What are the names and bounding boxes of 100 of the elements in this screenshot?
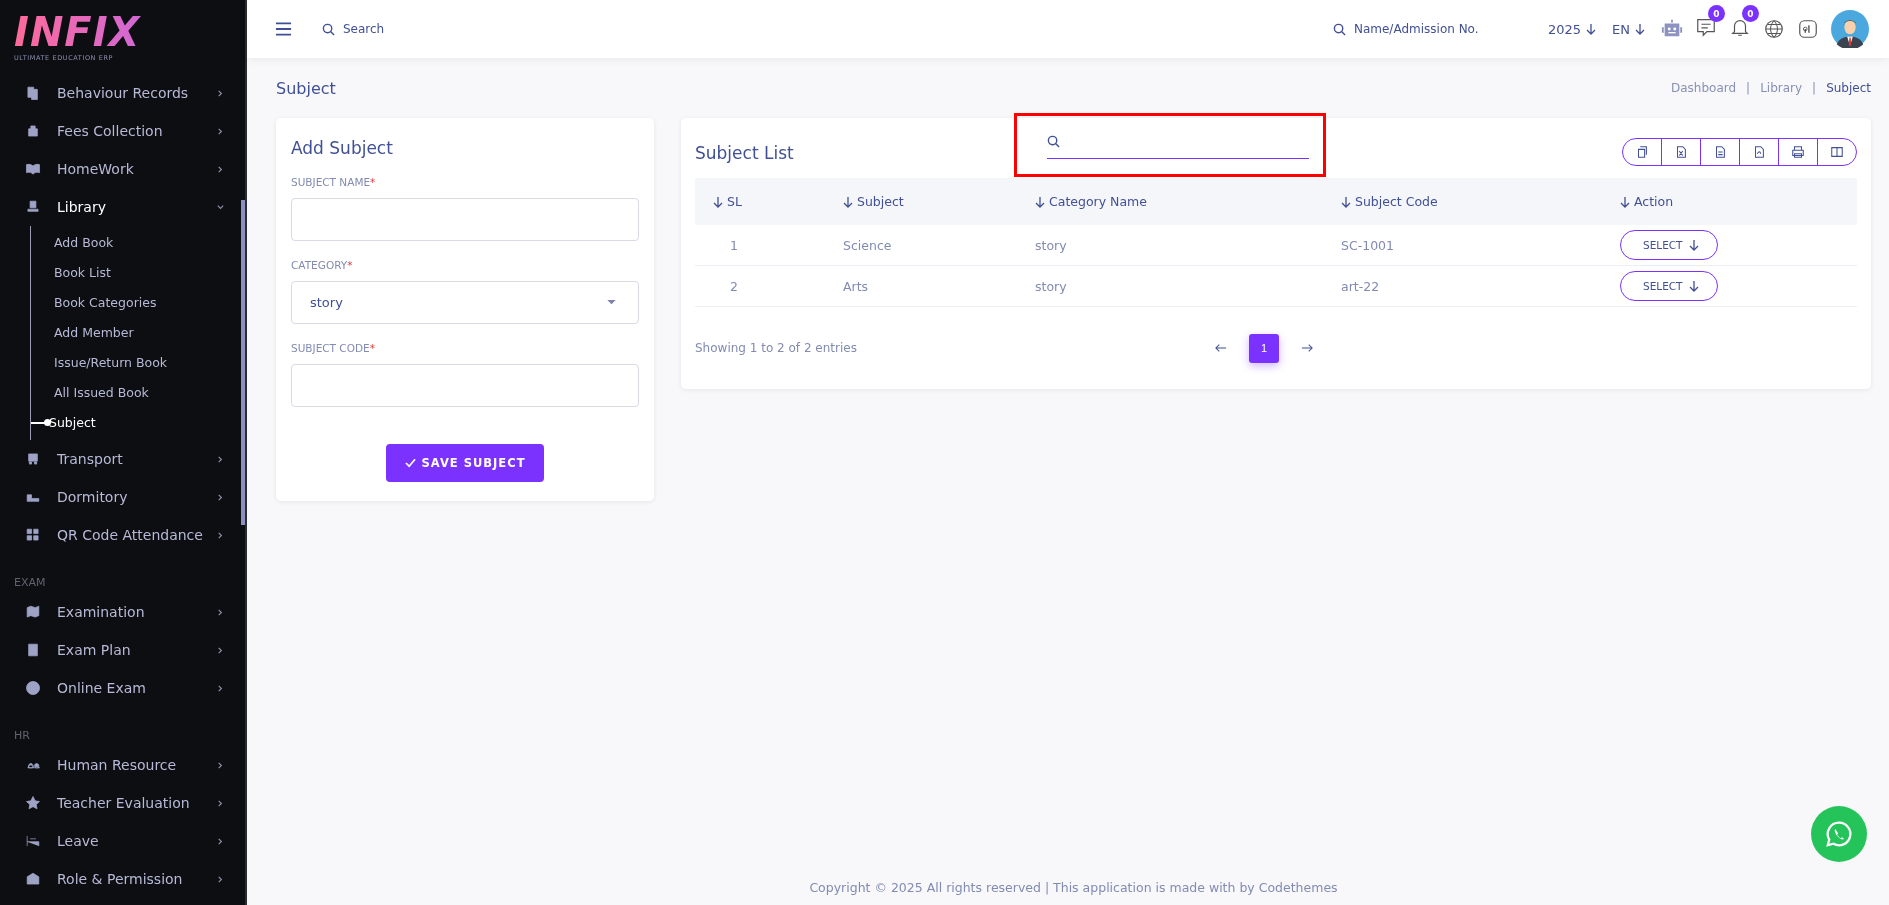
save-button[interactable]: SAVE SUBJECT (385, 444, 545, 482)
sidebar-item[interactable]: Online Exam (0, 669, 245, 707)
column-header[interactable]: Category Name (1017, 194, 1323, 209)
search-icon[interactable] (1332, 22, 1346, 36)
chevron-right-icon (216, 88, 225, 98)
globe-icon[interactable] (1763, 18, 1785, 40)
breadcrumb-separator: | (1746, 81, 1751, 95)
chevron-right-icon (216, 530, 225, 540)
sort-arrow-icon (1620, 195, 1630, 208)
column-header[interactable]: Subject Code (1323, 194, 1602, 209)
select-button[interactable]: SELECT (1620, 271, 1718, 301)
column-header[interactable]: Action (1602, 194, 1857, 209)
sidebar-item[interactable]: Role & Permission (0, 860, 245, 898)
menu-item-icon (25, 680, 41, 696)
chevron-right-icon (216, 798, 225, 808)
menu-icon[interactable] (275, 22, 292, 36)
category-select[interactable]: story (291, 281, 639, 324)
arrow-down-icon (1635, 23, 1645, 35)
search-icon[interactable] (322, 22, 335, 36)
arrow-down-icon (1586, 23, 1597, 35)
breadcrumb-link[interactable]: Subject (1826, 81, 1871, 95)
sidebar-item[interactable]: HomeWork (0, 150, 245, 188)
table-cell-text: Arts (842, 278, 870, 294)
page-button[interactable]: 1 (1249, 333, 1279, 363)
submenu-item[interactable]: Book Categories (31, 288, 245, 318)
field-label: SUBJECT CODE* (291, 342, 376, 354)
menu-item-icon (25, 795, 41, 811)
sidebar-item[interactable]: Behaviour Records (0, 74, 245, 112)
submenu-item[interactable]: Add Member (31, 318, 245, 348)
sidebar-item[interactable]: Dormitory (0, 478, 245, 516)
chevron-right-icon (216, 126, 225, 136)
field-label: CATEGORY* (291, 259, 354, 271)
section-heading: HR (13, 728, 31, 744)
sidebar-item[interactable]: Fees Collection (0, 112, 245, 150)
menu-item-icon (25, 833, 41, 849)
sidebar-item[interactable]: Human Resource (0, 746, 245, 784)
language-dropdown[interactable]: EN (1612, 21, 1645, 37)
submenu-item[interactable]: Book List (31, 258, 245, 288)
table-cell-text: story (1034, 237, 1068, 253)
chevron-right-icon (216, 492, 225, 502)
table-cell-text: 1 (729, 237, 739, 253)
whatsapp-icon (1824, 819, 1854, 849)
chevron-right-icon (216, 607, 225, 617)
footer-text: Copyright © 2025 All rights reserved | This application is made with by Codethemes (808, 880, 1339, 897)
caret-icon (607, 300, 616, 305)
menu-item-icon (25, 85, 41, 101)
menu-item-icon (25, 199, 41, 215)
sidebar-item[interactable]: Teacher Evaluation (0, 784, 245, 822)
previous-page-icon[interactable] (1215, 343, 1227, 353)
chevron-right-icon (216, 645, 225, 655)
card-title: Add Subject (291, 138, 394, 158)
sort-arrow-icon (1341, 195, 1351, 208)
chat-badge: 0 (1708, 5, 1725, 22)
user-avatar[interactable] (1831, 10, 1869, 48)
chevron-right-icon (216, 760, 225, 770)
menu-item-icon (25, 604, 41, 620)
table-cell-text: Science (842, 237, 893, 253)
menu-item-icon (25, 527, 41, 543)
submenu-item[interactable]: Issue/Return Book (31, 348, 245, 378)
breadcrumb-separator: | (1812, 81, 1817, 95)
chart-icon[interactable] (1797, 18, 1819, 40)
sidebar-item[interactable]: Library (0, 188, 245, 226)
scrollbar[interactable] (241, 200, 245, 525)
chevron-right-icon (216, 164, 225, 174)
sort-arrow-icon (843, 195, 853, 208)
column-header[interactable]: SL (695, 194, 825, 209)
sidebar-item[interactable]: Exam Plan (0, 631, 245, 669)
next-page-icon[interactable] (1301, 343, 1313, 353)
chat-icon[interactable] (1695, 16, 1717, 38)
menu-item-icon (25, 451, 41, 467)
arrow-down-icon (1688, 239, 1699, 251)
submenu-item[interactable]: All Issued Book (31, 378, 245, 408)
table-cell-text: 2 (729, 278, 739, 294)
sidebar-item[interactable]: QR Code Attendance (0, 516, 245, 554)
input-field[interactable] (291, 198, 639, 241)
year-dropdown[interactable]: 2025 (1547, 21, 1597, 37)
sidebar-item[interactable]: Transport (0, 440, 245, 478)
field-label: SUBJECT NAME* (291, 176, 377, 188)
sidebar-item[interactable]: Examination (0, 593, 245, 631)
entries-info: Showing 1 to 2 of 2 entries (695, 341, 858, 355)
student-search-field[interactable]: Name/Admission No. (1351, 21, 1506, 37)
submenu-item[interactable]: Subject (31, 408, 245, 438)
menu-item-icon (25, 123, 41, 139)
menu-item-icon (25, 642, 41, 658)
input-field[interactable] (291, 364, 639, 407)
check-icon (404, 458, 416, 468)
submenu-item[interactable]: Add Book (31, 228, 245, 258)
select-button[interactable]: SELECT (1620, 230, 1718, 260)
table-cell-text: SC-1001 (1340, 237, 1395, 253)
table-cell-text: art-22 (1340, 278, 1381, 294)
search-field[interactable]: Search (341, 21, 465, 37)
column-header[interactable]: Subject (825, 194, 1017, 209)
sort-arrow-icon (713, 195, 723, 208)
search-icon (1047, 134, 1060, 148)
notification-badge: 0 (1742, 5, 1759, 22)
chevron-right-icon (216, 683, 225, 693)
chevron-down-icon (216, 202, 225, 212)
sidebar-item[interactable]: Leave (0, 822, 245, 860)
section-heading: EXAM (13, 575, 47, 591)
chevron-right-icon (216, 874, 225, 884)
